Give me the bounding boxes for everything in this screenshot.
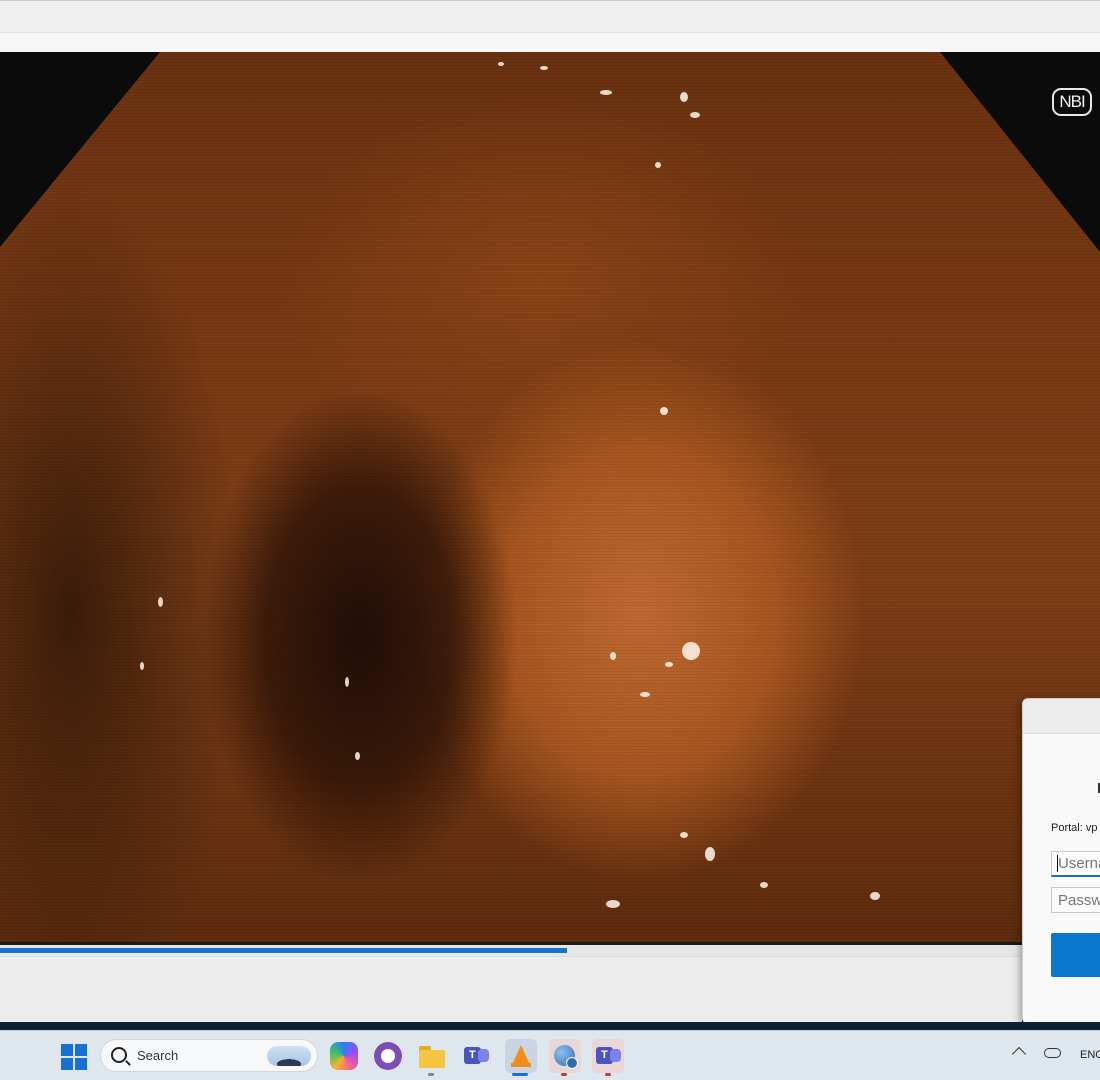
taskbar: Search T T ENG xyxy=(0,1030,1100,1080)
vpn-login-dialog: Portal: vp xyxy=(1022,698,1100,1024)
window-menu-bar xyxy=(0,32,1100,52)
text-caret xyxy=(1057,855,1058,872)
vlc-icon[interactable] xyxy=(505,1039,537,1073)
input-language-indicator[interactable]: ENG xyxy=(1080,1049,1100,1061)
playback-progress-fill xyxy=(0,948,568,953)
playback-progress-bar[interactable] xyxy=(0,945,1022,956)
password-field[interactable] xyxy=(1051,887,1100,913)
username-field[interactable] xyxy=(1051,851,1100,877)
nbi-mode-badge: NBI xyxy=(1052,88,1092,116)
search-icon xyxy=(111,1047,127,1063)
dialog-title-bar[interactable] xyxy=(1023,699,1100,734)
copilot-icon[interactable] xyxy=(330,1042,358,1070)
search-placeholder: Search xyxy=(137,1048,179,1063)
file-explorer-icon[interactable] xyxy=(418,1042,446,1070)
desktop-wallpaper-strip xyxy=(0,1022,1100,1030)
endoscopy-frame xyxy=(0,52,1100,942)
player-control-bar xyxy=(0,956,1022,1022)
show-hidden-icons-chevron-icon[interactable] xyxy=(1011,1046,1027,1062)
video-viewport[interactable]: NBI xyxy=(0,52,1100,942)
connect-button[interactable] xyxy=(1051,933,1100,977)
windows-start-icon[interactable] xyxy=(61,1044,87,1070)
portal-label: Portal: vp xyxy=(1051,822,1098,834)
teams-work-icon[interactable]: T xyxy=(592,1039,624,1073)
onedrive-cloud-icon[interactable] xyxy=(1044,1048,1061,1058)
window-title-bar xyxy=(0,0,1100,32)
vpn-globe-icon[interactable] xyxy=(549,1039,581,1073)
github-desktop-icon[interactable] xyxy=(374,1042,402,1070)
teams-icon[interactable]: T xyxy=(462,1042,490,1070)
taskbar-search-box[interactable]: Search xyxy=(100,1039,318,1072)
search-highlight-icon xyxy=(267,1046,311,1066)
